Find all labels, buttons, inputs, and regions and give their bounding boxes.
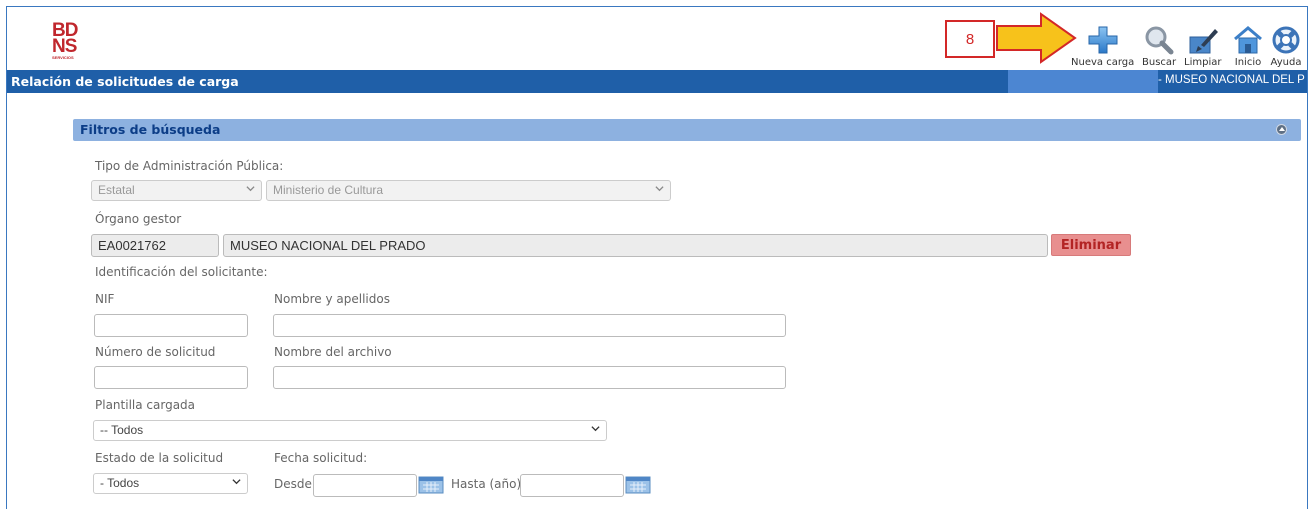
bdns-logo: BD NS SERVICIOS (52, 21, 78, 60)
request-number-input[interactable] (94, 366, 248, 389)
nif-input[interactable] (94, 314, 248, 337)
date-label: Fecha solicitud: (274, 451, 368, 465)
lifebuoy-icon (1272, 26, 1300, 54)
file-name-input[interactable] (273, 366, 786, 389)
to-label: Hasta (año) (451, 477, 522, 491)
calendar-icon[interactable] (418, 476, 444, 494)
home-label: Inicio (1234, 57, 1262, 68)
page-title-bar: Relación de solicitudes de carga - MUSEO… (7, 70, 1307, 93)
template-label: Plantilla cargada (95, 398, 196, 412)
organism-label: - MUSEO NACIONAL DEL P (1158, 74, 1305, 86)
logo-line2: NS (52, 36, 77, 57)
new-upload-button[interactable]: Nueva carga (1071, 25, 1134, 68)
magnifier-icon (1145, 26, 1174, 55)
status-select[interactable]: - Todos (93, 473, 248, 494)
brush-icon (1189, 29, 1218, 54)
clear-button[interactable]: Limpiar (1184, 25, 1221, 68)
help-button[interactable]: Ayuda (1270, 25, 1302, 68)
ministry-value: Ministerio de Cultura (273, 183, 384, 197)
page-title: Relación de solicitudes de carga (11, 74, 239, 89)
organ-code-field: EA0021762 (91, 234, 219, 257)
home-button[interactable]: Inicio (1232, 25, 1264, 68)
new-upload-label: Nueva carga (1071, 57, 1135, 68)
from-label: Desde (274, 477, 312, 491)
home-icon (1234, 26, 1262, 54)
logo-sub: SERVICIOS (52, 55, 74, 60)
admin-type-label: Tipo de Administración Pública: (95, 159, 284, 173)
from-date-input[interactable] (313, 474, 417, 497)
name-label: Nombre y apellidos (274, 292, 390, 306)
help-label: Ayuda (1270, 57, 1302, 68)
status-value: - Todos (100, 476, 140, 490)
name-input[interactable] (273, 314, 786, 337)
ministry-select[interactable]: Ministerio de Cultura (266, 180, 671, 201)
app-frame: BD NS SERVICIOS 8 Nueva carga Buscar Lim… (6, 6, 1308, 509)
collapse-panel-icon[interactable] (1276, 124, 1287, 135)
delete-button[interactable]: Eliminar (1051, 234, 1131, 256)
search-label: Buscar (1142, 57, 1177, 68)
chevron-down-icon (655, 186, 664, 192)
nif-label: NIF (95, 292, 115, 306)
delete-label: Eliminar (1060, 237, 1122, 253)
step-number: 8 (965, 30, 975, 48)
filters-panel-header: Filtros de búsqueda (73, 119, 1301, 141)
organ-label: Órgano gestor (95, 212, 182, 226)
titlebar-highlight (1008, 70, 1158, 93)
file-name-label: Nombre del archivo (274, 345, 392, 359)
template-select[interactable]: -- Todos (93, 420, 607, 441)
filters-heading: Filtros de búsqueda (80, 122, 221, 137)
chevron-down-icon (246, 186, 255, 192)
request-number-label: Número de solicitud (95, 345, 216, 359)
to-date-input[interactable] (520, 474, 624, 497)
chevron-down-icon (232, 479, 241, 485)
status-label: Estado de la solicitud (95, 451, 224, 465)
search-button[interactable]: Buscar (1142, 25, 1176, 68)
organ-code-value: EA0021762 (98, 238, 166, 253)
chevron-down-icon (591, 426, 600, 432)
template-value: -- Todos (100, 423, 144, 437)
arrow-right-icon (996, 12, 1077, 64)
applicant-label: Identificación del solicitante: (95, 265, 268, 279)
step-callout: 8 (945, 20, 995, 58)
organ-name-value: MUSEO NACIONAL DEL PRADO (230, 238, 426, 253)
plus-icon (1088, 26, 1118, 54)
clear-label: Limpiar (1184, 57, 1222, 68)
admin-type-value: Estatal (98, 183, 135, 197)
admin-type-select[interactable]: Estatal (91, 180, 262, 201)
organ-name-field: MUSEO NACIONAL DEL PRADO (223, 234, 1048, 257)
calendar-icon[interactable] (625, 476, 651, 494)
